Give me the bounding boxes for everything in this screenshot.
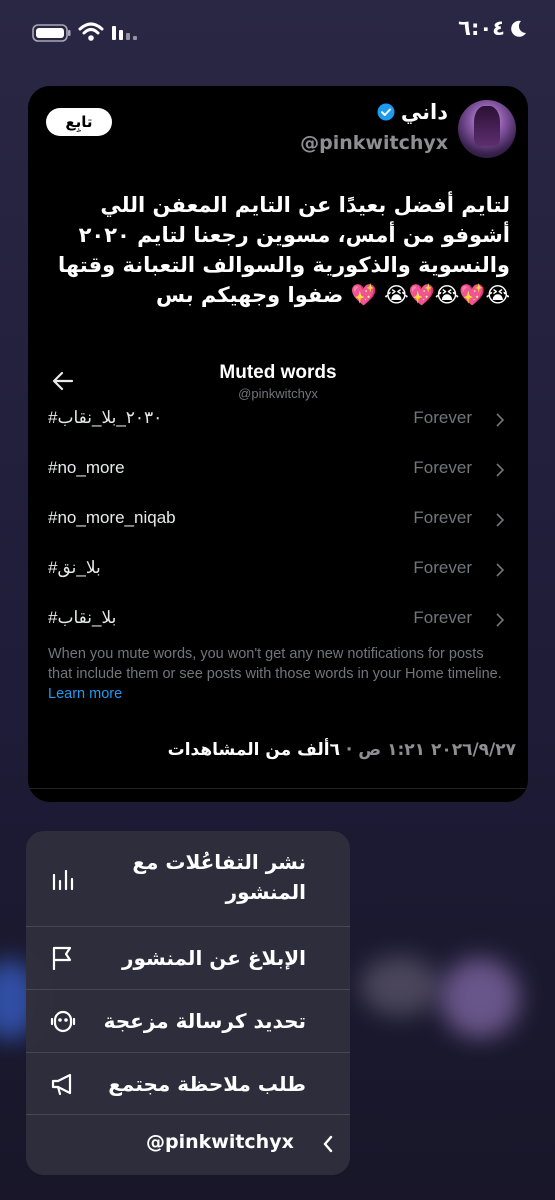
muted-word: #بلا_نقاب	[48, 608, 117, 627]
timestamp-time: ١:٢١ ص	[358, 740, 426, 760]
menu-footer-account[interactable]: @pinkwitchyx	[26, 1115, 350, 1175]
menu-item-label: تحديد كرسالة مزعجة	[103, 1009, 306, 1033]
views-label: من المشاهدات	[167, 740, 292, 760]
chevron-right-icon	[496, 613, 505, 627]
menu-item-mark-spam[interactable]: تحديد كرسالة مزعجة	[26, 990, 350, 1053]
muted-word-row: #no_more_niqab Forever	[28, 496, 528, 546]
muted-duration: Forever	[413, 608, 472, 627]
muted-word-row: #بلا_نق Forever	[28, 546, 528, 596]
learn-more-link: Learn more	[48, 686, 123, 702]
muted-duration: Forever	[413, 508, 472, 527]
avatar[interactable]	[458, 100, 516, 158]
wifi-icon	[78, 22, 104, 41]
display-name-text: داني	[400, 100, 448, 124]
chevron-right-icon	[496, 563, 505, 577]
muted-word-row: #٢٠٣٠_بلا_نقاب Forever	[28, 396, 528, 446]
menu-item-label: نشر التفاعُلات مع المنشور	[132, 850, 306, 904]
chevron-left-icon	[323, 1135, 333, 1153]
menu-item-community-note[interactable]: طلب ملاحظة مجتمع	[26, 1053, 350, 1115]
muted-note-text: When you mute words, you won't get any n…	[48, 646, 502, 682]
timestamp-date: ٢٠٢٦/٩/٢٧	[430, 740, 516, 760]
muted-duration: Forever	[413, 558, 472, 577]
chevron-right-icon	[496, 513, 505, 527]
robot-icon	[50, 1010, 76, 1033]
muted-word: #بلا_نق	[48, 558, 101, 577]
signal-bars-icon	[112, 26, 137, 40]
embedded-screenshot[interactable]: Muted words @pinkwitchyx #٢٠٣٠_بلا_نقاب …	[28, 348, 528, 714]
muted-word-row: #بلا_نقاب Forever	[28, 596, 528, 646]
post-card[interactable]: داني @pinkwitchyx تابِع لتايم أفضل بعيدً…	[28, 86, 528, 802]
views-count: ٦ألف	[297, 740, 340, 760]
muted-duration: Forever	[413, 458, 472, 477]
timestamp-separator: ·	[345, 740, 353, 760]
moon-icon	[511, 20, 526, 37]
status-time: ٦:٠٤	[458, 16, 505, 40]
chevron-right-icon	[496, 413, 505, 427]
muted-word: #no_more_niqab	[48, 508, 176, 527]
muted-word: #٢٠٣٠_بلا_نقاب	[48, 408, 163, 427]
verified-badge-icon	[377, 103, 395, 121]
menu-item-label: طلب ملاحظة مجتمع	[108, 1072, 306, 1096]
card-divider	[28, 788, 528, 802]
display-name[interactable]: داني	[377, 100, 448, 124]
muted-word: #no_more	[48, 458, 125, 477]
menu-item-report-post[interactable]: الإبلاغ عن المنشور	[26, 927, 350, 990]
megaphone-icon	[51, 1073, 72, 1096]
user-handle[interactable]: @pinkwitchyx	[300, 132, 448, 154]
embed-title: Muted words	[219, 362, 337, 383]
battery-icon	[32, 24, 71, 42]
chevron-right-icon	[496, 463, 505, 477]
post-timestamp: ٢٠٢٦/٩/٢٧ ١:٢١ ص · ٦ألف من المشاهدات	[168, 740, 516, 760]
muted-duration: Forever	[413, 408, 472, 427]
follow-button[interactable]: تابِع	[46, 108, 112, 136]
menu-item-post-engagements[interactable]: نشر التفاعُلات مع المنشور	[26, 831, 350, 927]
muted-words-note: When you mute words, you won't get any n…	[48, 644, 508, 704]
status-bar: ٦:٠٤	[0, 0, 555, 62]
menu-item-label: الإبلاغ عن المنشور	[121, 946, 306, 970]
footer-handle: @pinkwitchyx	[146, 1131, 294, 1153]
chart-bars-icon	[52, 869, 74, 891]
muted-word-row: #no_more Forever	[28, 446, 528, 496]
post-text: لتايم أفضل بعيدًا عن التايم المعفن اللي …	[58, 193, 510, 307]
flag-icon	[52, 946, 72, 971]
context-menu: نشر التفاعُلات مع المنشور الإبلاغ عن الم…	[26, 831, 350, 1175]
